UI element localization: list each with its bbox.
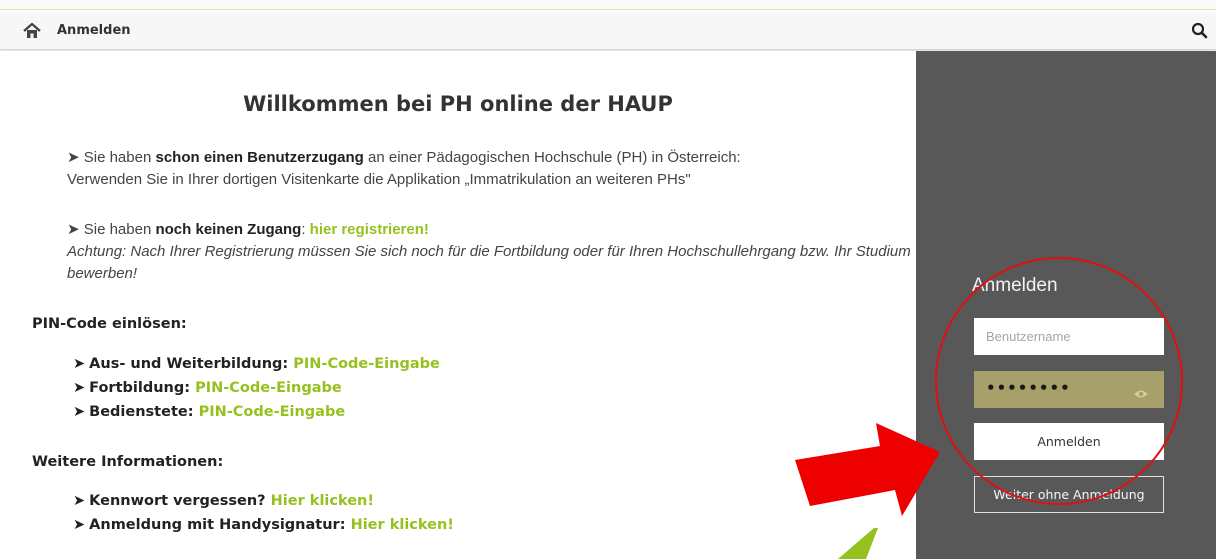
arrow-icon: ➤ [73, 493, 86, 509]
registration-note: Achtung: Nach Ihrer Registrierung müssen… [67, 243, 911, 282]
home-icon[interactable] [22, 21, 42, 41]
username-input[interactable] [974, 318, 1164, 355]
arrow-icon: ➤ [73, 404, 86, 420]
search-icon[interactable] [1190, 21, 1210, 41]
arrow-icon: ➤ [67, 149, 80, 166]
page-title: Willkommen bei PH online der HAUP [243, 92, 673, 116]
pin-code-link-bedienstete[interactable]: PIN-Code-Eingabe [199, 404, 346, 420]
main-content: Willkommen bei PH online der HAUP [0, 51, 916, 559]
info-list: ➤ Kennwort vergessen? Hier klicken! ➤ Anme… [73, 489, 454, 537]
list-item: ➤ Bedienstete: PIN-Code-Eingabe [73, 400, 440, 424]
arrow-icon: ➤ [73, 517, 86, 533]
immatrikulation-hint: Verwenden Sie in Ihrer dortigen Visitenk… [67, 171, 691, 188]
top-navigation-bar: Anmelden [0, 12, 1216, 50]
forgot-password-link[interactable]: Hier klicken! [271, 493, 374, 509]
topbar-title: Anmelden [57, 23, 131, 38]
no-account-paragraph: ➤ Sie haben noch keinen Zugang: hier reg… [67, 221, 911, 282]
arrow-icon: ➤ [67, 221, 80, 238]
pin-code-list: ➤ Aus- und Weiterbildung: PIN-Code-Eingab… [73, 352, 440, 424]
list-item: ➤ Aus- und Weiterbildung: PIN-Code-Eingab… [73, 352, 440, 376]
arrow-icon: ➤ [73, 380, 86, 396]
list-item: ➤ Anmeldung mit Handysignatur: Hier klick… [73, 513, 454, 537]
pin-code-link-fortbildung[interactable]: PIN-Code-Eingabe [195, 380, 342, 396]
login-title: Anmelden [972, 275, 1058, 296]
login-button[interactable]: Anmelden [974, 423, 1164, 460]
register-link[interactable]: hier registrieren! [310, 221, 429, 238]
password-input[interactable]: •••••••• [974, 371, 1164, 408]
list-item: ➤ Kennwort vergessen? Hier klicken! [73, 489, 454, 513]
pin-section-heading: PIN-Code einlösen: [32, 316, 187, 332]
decorative-shape [838, 528, 878, 559]
existing-account-paragraph: ➤ Sie haben schon einen Benutzerzugang a… [67, 149, 741, 188]
pin-code-link-aus-weiterbildung[interactable]: PIN-Code-Eingabe [293, 356, 440, 372]
continue-without-login-button[interactable]: Weiter ohne Anmeldung [974, 476, 1164, 513]
password-mask: •••••••• [986, 379, 1071, 397]
mobile-signature-link[interactable]: Hier klicken! [351, 517, 454, 533]
info-section-heading: Weitere Informationen: [32, 454, 224, 470]
list-item: ➤ Fortbildung: PIN-Code-Eingabe [73, 376, 440, 400]
top-strip [0, 0, 1216, 10]
eye-icon[interactable] [1134, 384, 1148, 398]
arrow-icon: ➤ [73, 356, 86, 372]
